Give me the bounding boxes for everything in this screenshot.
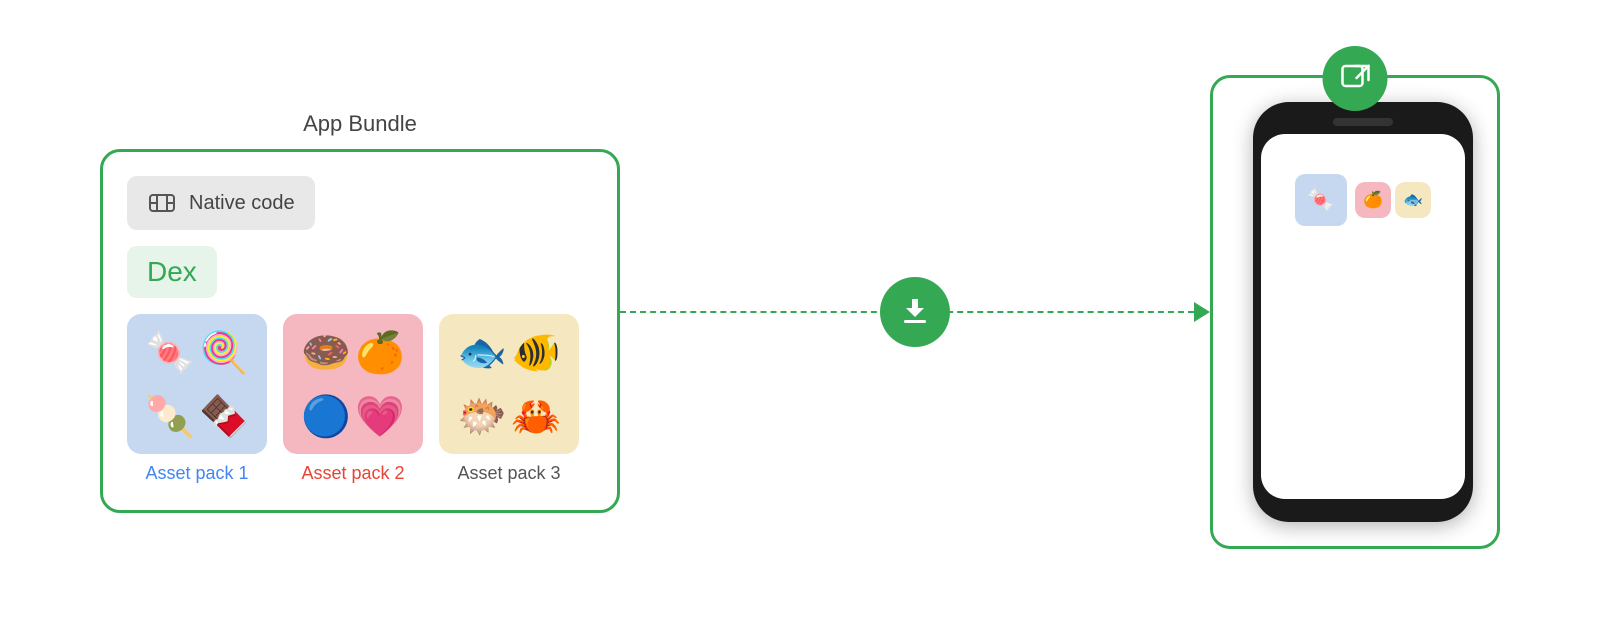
dex-badge: Dex	[127, 246, 217, 298]
phone-screen: 🍬 🍊 🐟	[1261, 134, 1465, 499]
phone-body: 🍬 🍊 🐟	[1253, 102, 1473, 522]
asset-pack-3-image: 🐟 🐠 🐡 🦀	[439, 314, 579, 454]
asset-pack-3: 🐟 🐠 🐡 🦀 Asset pack 3	[439, 314, 579, 485]
app-bundle-label: App Bundle	[303, 111, 417, 137]
app-bundle-box: Native code Dex 🍬 🍭 🍡 🍫 Asset pack 1	[100, 149, 620, 512]
native-code-badge: Native code	[127, 176, 315, 230]
download-circle	[880, 277, 950, 347]
asset-pack-2: 🍩 🍊 🔵 💗 Asset pack 2	[283, 314, 423, 485]
left-dotted-line	[620, 311, 907, 313]
arrow-area	[620, 272, 1210, 352]
phone-icon-group: 🍊 🐟	[1355, 182, 1431, 218]
asset-pack-1-image: 🍬 🍭 🍡 🍫	[127, 314, 267, 454]
main-diagram: App Bundle Native code Dex	[100, 75, 1500, 549]
native-code-icon	[147, 188, 177, 218]
arrow-head	[1194, 302, 1210, 322]
asset-pack-2-label: Asset pack 2	[301, 462, 404, 485]
asset-pack-2-image: 🍩 🍊 🔵 💗	[283, 314, 423, 454]
dex-text: Dex	[147, 256, 197, 287]
app-bundle-section: App Bundle Native code Dex	[100, 111, 620, 512]
phone-icon-2: 🍊	[1355, 182, 1391, 218]
phone-outer-box: 🍬 🍊 🐟	[1210, 75, 1500, 549]
asset-pack-1: 🍬 🍭 🍡 🍫 Asset pack 1	[127, 314, 267, 485]
asset-pack-1-label: Asset pack 1	[145, 462, 248, 485]
asset-packs-row: 🍬 🍭 🍡 🍫 Asset pack 1 🍩 🍊 🔵 💗	[127, 314, 593, 485]
right-dotted-line	[907, 311, 1194, 313]
phone-icon-1: 🍬	[1295, 174, 1347, 226]
phone-section: 🍬 🍊 🐟	[1210, 75, 1500, 549]
phone-icon-3: 🐟	[1395, 182, 1431, 218]
phone-asset-icons: 🍬 🍊 🐟	[1295, 174, 1431, 226]
external-link-icon	[1323, 46, 1388, 111]
phone-notch	[1333, 118, 1393, 126]
asset-pack-3-label: Asset pack 3	[457, 462, 560, 485]
native-code-text: Native code	[189, 192, 295, 215]
